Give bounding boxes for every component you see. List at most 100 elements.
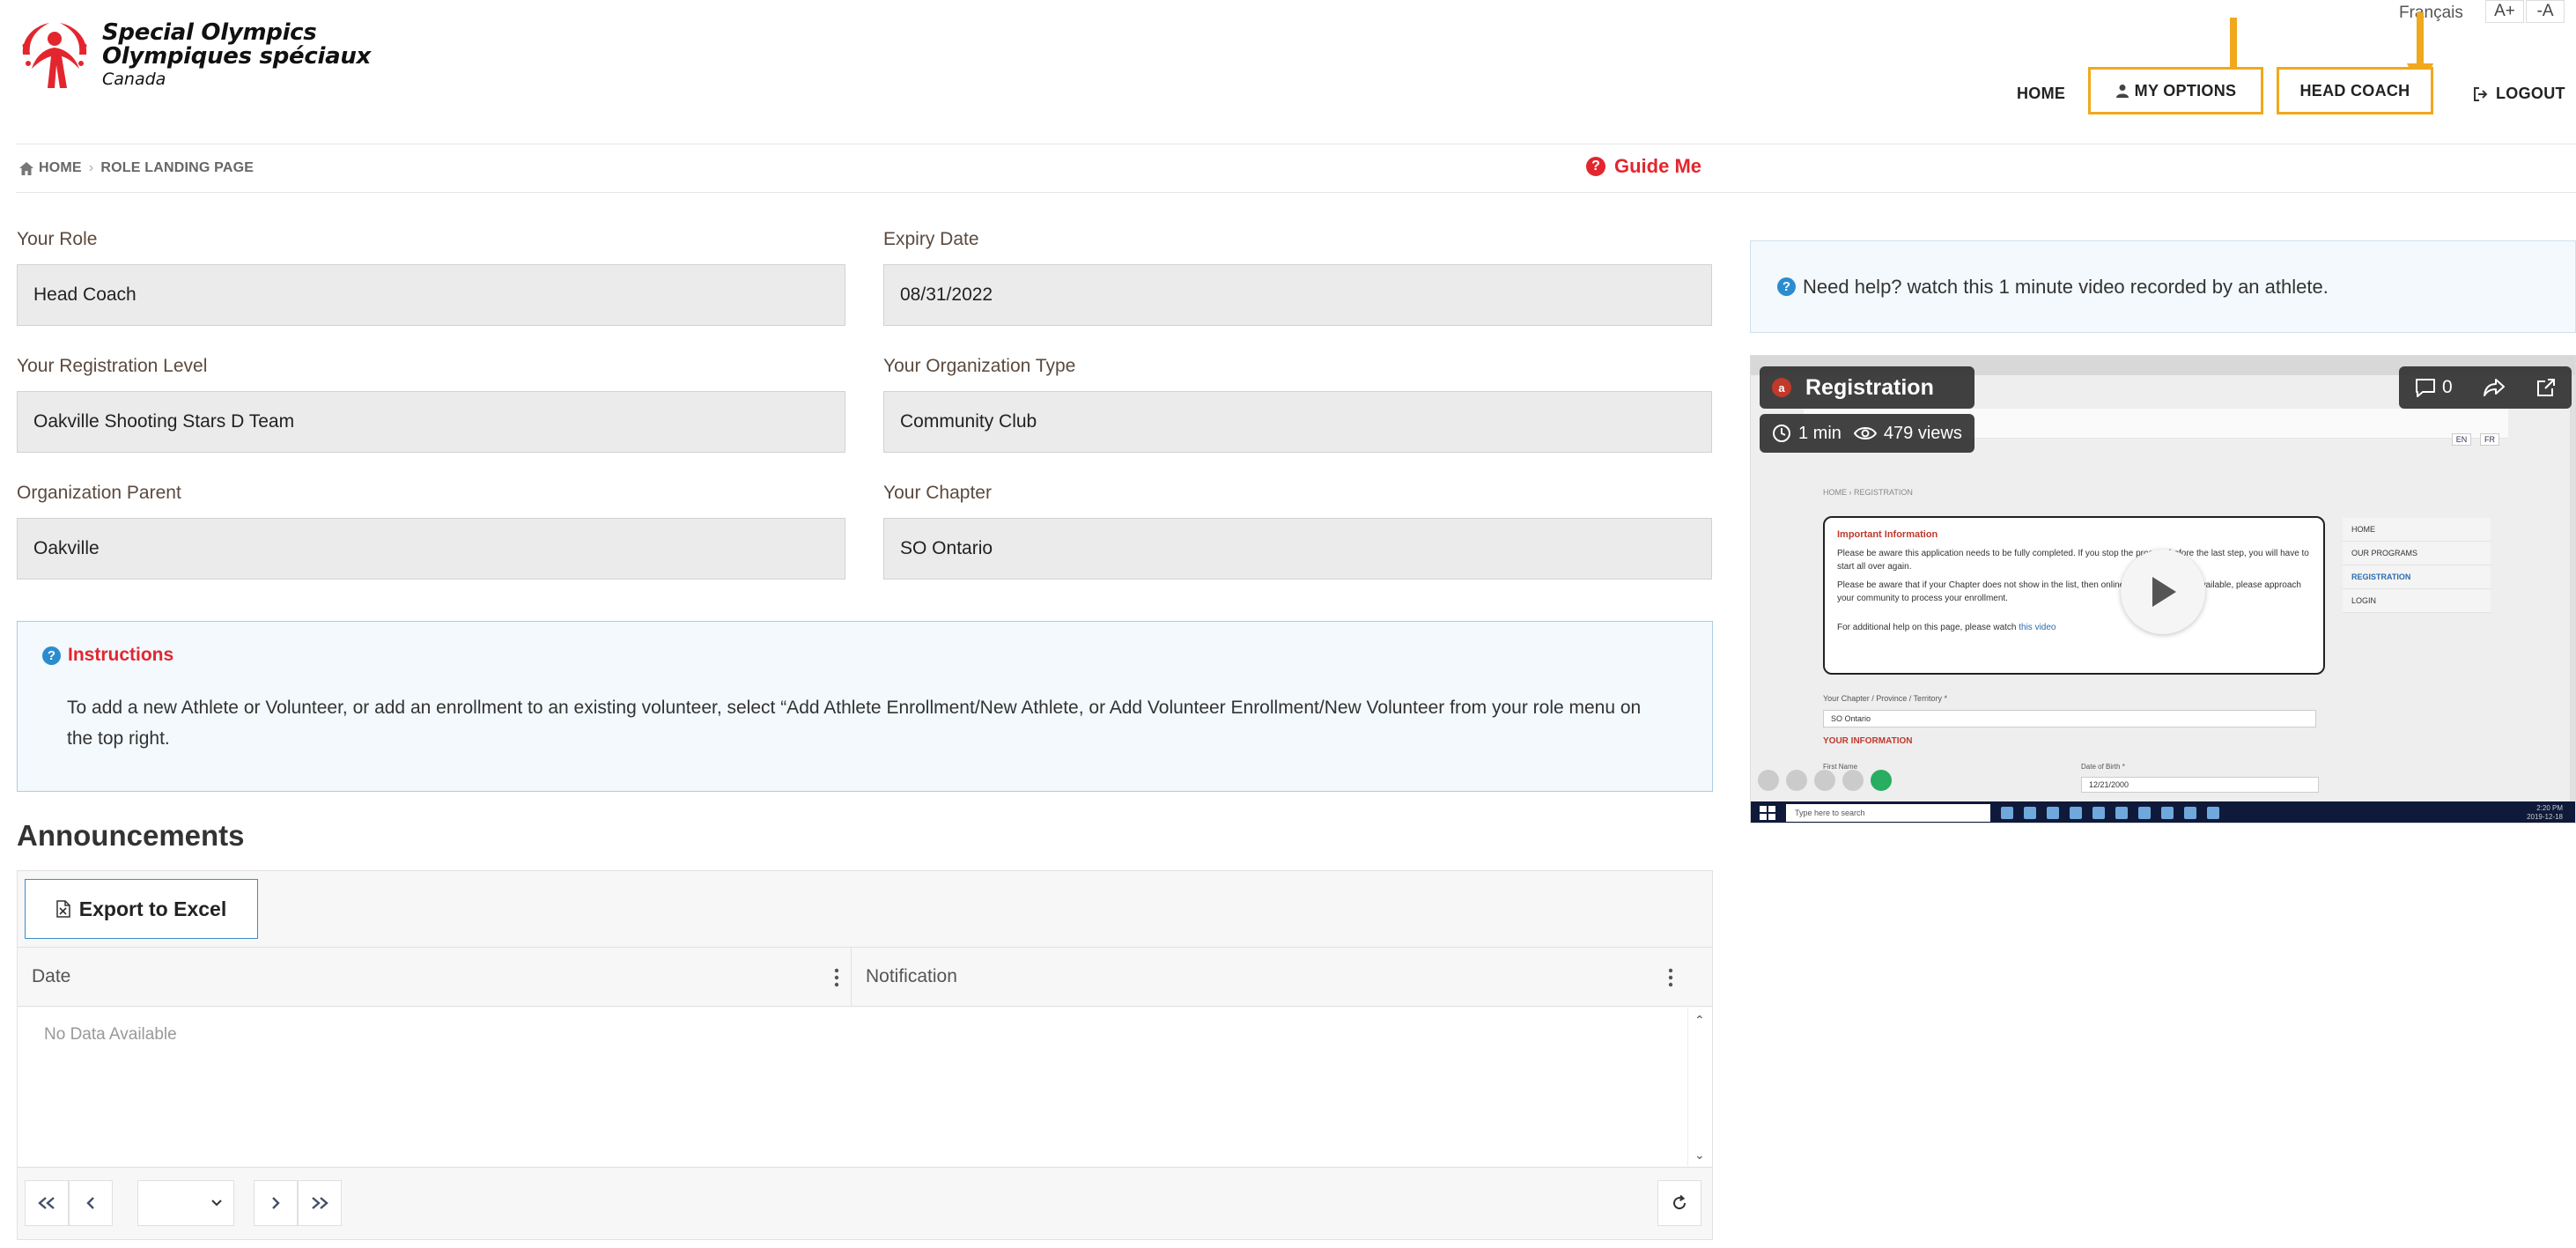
video-inner-chapter-select: SO Ontario [1823, 710, 2316, 727]
video-menu-item: HOME [2343, 518, 2491, 542]
column-header-date[interactable]: Date [32, 948, 70, 1006]
guide-me-link[interactable]: ? Guide Me [1586, 155, 1701, 178]
video-inner-lang-fr: FR [2480, 433, 2499, 446]
video-comments-button[interactable]: 0 [2414, 377, 2453, 398]
brand-line-3: Canada [102, 70, 166, 89]
nav-head-coach-menu[interactable]: HEAD COACH [2277, 67, 2433, 114]
video-menu-item: REGISTRATION [2343, 565, 2491, 589]
help-video-notice: ? Need help? watch this 1 minute video r… [1750, 240, 2576, 333]
video-actions-tag: 0 [2399, 366, 2572, 409]
app-icon [2115, 807, 2128, 819]
video-meta-tag: 1 min 479 views [1760, 414, 1974, 453]
grid-vertical-scrollbar[interactable]: ⌃ ⌄ [1687, 1008, 1712, 1166]
user-icon [2115, 85, 2129, 98]
home-icon [19, 161, 33, 175]
font-increase-button[interactable]: A+ [2485, 0, 2524, 23]
video-inner-language-toggle: EN FR [2452, 433, 2499, 446]
expiry-date-field: 08/31/2022 [883, 264, 1712, 326]
export-to-excel-label: Export to Excel [78, 897, 227, 920]
expiry-date-label: Expiry Date [883, 229, 979, 249]
logout-label: LOGOUT [2496, 85, 2565, 102]
app-icon [2093, 807, 2105, 819]
nav-home-link[interactable]: HOME [2017, 85, 2065, 103]
nav-my-options-menu[interactable]: MY OPTIONS [2088, 67, 2263, 114]
help-video-player[interactable]: EN FR HOME › REGISTRATION Important Info… [1750, 355, 2576, 823]
font-decrease-button[interactable]: -A [2526, 0, 2565, 23]
breadcrumb-divider [16, 192, 2576, 193]
brand-text: Special Olympics Olympiques spéciaux Can… [102, 21, 371, 90]
column-menu-icon[interactable] [834, 967, 839, 988]
pager-last-button[interactable] [298, 1180, 342, 1226]
video-control-dot [1814, 770, 1835, 791]
guide-me-label: Guide Me [1614, 155, 1702, 177]
app-icon [2047, 807, 2059, 819]
pager-next-button[interactable] [254, 1180, 298, 1226]
instructions-panel: ? Instructions To add a new Athlete or V… [17, 621, 1713, 792]
eye-icon [1853, 427, 1877, 439]
registration-level-label: Your Registration Level [17, 356, 208, 376]
column-header-notification[interactable]: Notification [866, 948, 957, 1006]
excel-file-icon [56, 900, 70, 918]
video-inner-section-title: YOUR INFORMATION [1823, 736, 1913, 746]
app-icon [2024, 807, 2036, 819]
nav-head-coach-label: HEAD COACH [2299, 81, 2410, 100]
video-inner-controls [1758, 770, 1892, 791]
play-icon [2152, 577, 2176, 607]
organization-type-label: Your Organization Type [883, 356, 1076, 376]
taskbar-date: 2019-12-18 [2527, 813, 2563, 821]
comment-icon [2416, 379, 2436, 397]
video-menu-item: OUR PROGRAMS [2343, 542, 2491, 565]
video-play-button[interactable] [2121, 550, 2205, 634]
scroll-up-icon[interactable]: ⌃ [1694, 1013, 1705, 1028]
video-title: Registration [1805, 374, 1934, 400]
double-chevron-right-icon [312, 1197, 328, 1209]
logout-icon [2474, 86, 2488, 101]
refresh-button[interactable] [1657, 1180, 1701, 1226]
video-info-text: For additional help on this page, please… [1837, 623, 2017, 632]
video-inner-menu: HOME OUR PROGRAMS REGISTRATION LOGIN [2343, 518, 2491, 613]
external-link-icon[interactable] [2535, 377, 2557, 398]
video-inner-lang-en: EN [2452, 433, 2471, 446]
pager-first-button[interactable] [25, 1180, 69, 1226]
role-label: Your Role [17, 229, 98, 249]
video-inner-dob-label: Date of Birth * [2081, 763, 2125, 771]
refresh-icon [1673, 1194, 1687, 1210]
share-icon[interactable] [2483, 377, 2506, 398]
clock-icon [1773, 425, 1790, 442]
announcements-heading: Announcements [17, 819, 245, 852]
brand-line-2: Olympiques spéciaux [102, 43, 372, 70]
grid-header-row: Date Notification [18, 947, 1712, 1007]
breadcrumb-home-link[interactable]: HOME [39, 160, 82, 176]
chapter-field: SO Ontario [883, 518, 1712, 580]
column-menu-icon[interactable] [1668, 967, 1673, 988]
video-menu-item: LOGIN [2343, 589, 2491, 613]
breadcrumb: HOME › ROLE LANDING PAGE [19, 160, 254, 176]
taskbar-time: 2:20 PM [2536, 804, 2563, 812]
site-logo[interactable]: Special Olympics Olympiques spéciaux Can… [16, 19, 371, 93]
video-scrollbar [2570, 375, 2575, 801]
question-circle-icon: ? [1777, 277, 1796, 296]
video-inner-breadcrumb: HOME › REGISTRATION [1823, 488, 1913, 497]
pager-previous-button[interactable] [69, 1180, 113, 1226]
grid-body: No Data Available [18, 1008, 1687, 1166]
column-divider [851, 948, 852, 1006]
instructions-title: ? Instructions [42, 645, 173, 666]
check-icon [1871, 770, 1892, 791]
role-field: Head Coach [17, 264, 845, 326]
organization-parent-field: Oakville [17, 518, 845, 580]
announcements-grid: Export to Excel Date Notification No Dat… [17, 870, 1713, 1240]
video-inner-dob-field: 12/21/2000 [2081, 777, 2319, 793]
organization-type-field: Community Club [883, 391, 1712, 453]
video-inner-chapter-label: Your Chapter / Province / Territory * [1823, 694, 1948, 703]
no-data-message: No Data Available [44, 1025, 177, 1044]
export-to-excel-button[interactable]: Export to Excel [25, 879, 258, 939]
video-info-paragraph: For additional help on this page, please… [1837, 621, 2311, 634]
chapter-label: Your Chapter [883, 483, 992, 503]
organization-parent-label: Organization Parent [17, 483, 181, 503]
help-video-text: Need help? watch this 1 minute video rec… [1803, 275, 2329, 298]
pager-page-select[interactable] [137, 1180, 234, 1226]
logout-link[interactable]: LOGOUT [2473, 85, 2565, 103]
video-inner-info-box: Important Information Please be aware th… [1823, 516, 2325, 675]
scroll-down-icon[interactable]: ⌄ [1694, 1148, 1705, 1163]
video-title-tag[interactable]: a Registration [1760, 366, 1974, 409]
